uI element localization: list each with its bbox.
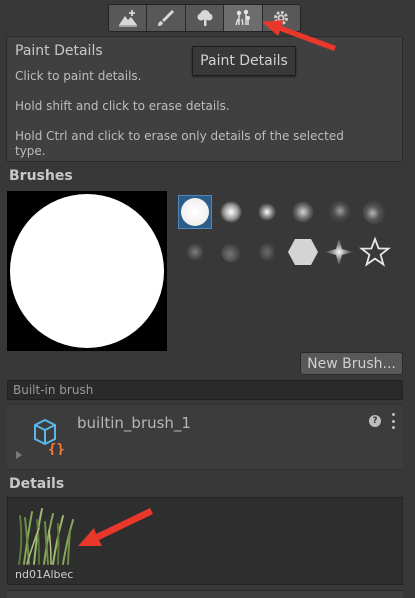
brush-thumb-hexagon[interactable] (286, 235, 320, 269)
svg-text:{}: {} (48, 442, 65, 455)
terrain-settings-button[interactable] (262, 5, 300, 31)
hexagon-icon (288, 239, 318, 265)
brush-thumb-noise-2[interactable] (322, 195, 356, 229)
brush-thumb-soft-small[interactable] (250, 195, 284, 229)
more-options-icon[interactable] (390, 413, 396, 429)
paint-texture-button[interactable] (147, 5, 186, 31)
brush-asset-name: builtin_brush_1 (77, 414, 191, 432)
raise-terrain-button[interactable] (109, 5, 148, 31)
brush-thumb-splatter[interactable] (358, 195, 392, 229)
brush-asset-header: {} builtin_brush_1 ? (7, 404, 403, 470)
help-line-4: type. (15, 144, 46, 158)
tree-icon (197, 10, 213, 26)
grass-detail-thumbnail[interactable] (15, 504, 77, 566)
help-line-1: Click to paint details. (15, 69, 142, 83)
brush-thumb-hard-circle[interactable] (178, 195, 212, 229)
brush-thumb-strokes[interactable] (250, 235, 284, 269)
brush-preview (7, 191, 167, 351)
paintbrush-icon (158, 10, 175, 26)
new-brush-button[interactable]: New Brush... (300, 352, 403, 375)
help-line-2: Hold shift and click to erase details. (15, 99, 230, 113)
grass-flowers-icon (235, 9, 250, 26)
builtin-brush-field[interactable]: Built-in brush (7, 380, 403, 400)
brush-thumb-star-soft[interactable] (322, 235, 356, 269)
brush-thumb-noise-1[interactable] (286, 195, 320, 229)
paint-details-tooltip: Paint Details (192, 46, 296, 76)
brush-thumb-star-outline[interactable] (358, 235, 392, 269)
detail-item-label: nd01Albec (15, 568, 74, 581)
paint-details-button[interactable] (224, 5, 263, 31)
brushes-heading: Brushes (9, 168, 73, 184)
star-outline-icon (359, 237, 391, 267)
bottom-strip (7, 590, 403, 598)
help-title: Paint Details (15, 43, 103, 59)
help-line-3: Hold Ctrl and click to erase only detail… (15, 129, 344, 143)
foldout-arrow-icon[interactable] (16, 451, 22, 459)
details-heading: Details (9, 476, 65, 492)
terrain-tool-toolbar (108, 4, 301, 32)
brush-thumb-scatter-1[interactable] (178, 235, 212, 269)
brush-preview-disc (10, 194, 164, 348)
help-icon[interactable]: ? (369, 415, 381, 427)
brush-thumb-soft-medium[interactable] (214, 195, 248, 229)
gear-icon (274, 11, 289, 25)
paint-trees-button[interactable] (185, 5, 225, 31)
star-burst-icon (325, 238, 353, 266)
mountain-plus-icon (118, 10, 137, 27)
brush-thumb-scatter-2[interactable] (214, 235, 248, 269)
details-list: nd01Albec (7, 497, 403, 585)
brush-asset-icon: {} (34, 418, 65, 455)
brush-grid (176, 193, 402, 275)
